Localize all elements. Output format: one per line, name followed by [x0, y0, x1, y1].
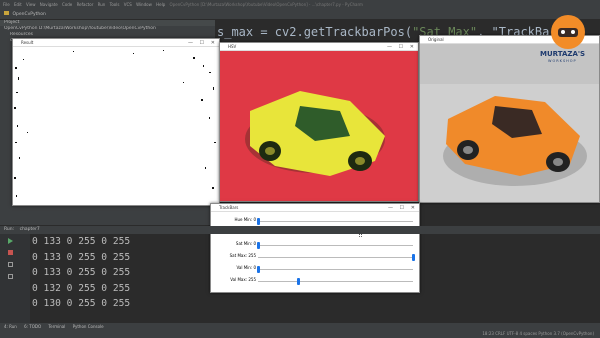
- folder-icon: [4, 11, 9, 15]
- rerun-icon[interactable]: [8, 238, 13, 244]
- result-window-titlebar[interactable]: Result — ☐ ✕: [13, 39, 219, 47]
- tab-todo[interactable]: 6: TODO: [24, 324, 41, 329]
- slider-thumb[interactable]: [256, 242, 260, 249]
- close-button[interactable]: ✕: [411, 204, 415, 212]
- trackbar-label: Sat Max: 255: [229, 253, 256, 258]
- tab-python-console[interactable]: Python Console: [73, 324, 104, 329]
- maximize-button[interactable]: ☐: [399, 43, 403, 51]
- menu-run[interactable]: Run: [98, 2, 106, 7]
- trackbar-label: Val Min: 0: [236, 265, 256, 270]
- hsv-window-titlebar[interactable]: HSV — ☐ ✕: [220, 43, 418, 51]
- result-title: Result: [21, 40, 34, 45]
- menu-refactor[interactable]: Refactor: [77, 2, 94, 7]
- logo-text: MURTAZA'S: [540, 50, 586, 58]
- trackbar-val-max[interactable]: Val Max: 255: [211, 274, 419, 286]
- print-icon[interactable]: [8, 274, 13, 279]
- result-image: [13, 47, 219, 205]
- run-label: Run:: [4, 227, 15, 232]
- menu-view[interactable]: View: [26, 2, 36, 7]
- slider-thumb[interactable]: [411, 254, 415, 261]
- maximize-button[interactable]: ☐: [400, 204, 404, 212]
- trackbar-sat-max[interactable]: Sat Max: 255: [211, 250, 419, 262]
- result-window[interactable]: Result — ☐ ✕: [12, 38, 220, 206]
- menu-navigate[interactable]: Navigate: [40, 2, 58, 7]
- hsv-window[interactable]: HSV — ☐ ✕: [219, 42, 419, 202]
- slider-thumb[interactable]: [256, 266, 260, 273]
- slider-thumb[interactable]: [296, 278, 300, 285]
- run-output[interactable]: 0 133 0 255 0 255 0 133 0 255 0 255 0 13…: [32, 234, 210, 323]
- slider-thumb[interactable]: [256, 218, 260, 225]
- minimize-button[interactable]: —: [387, 43, 392, 51]
- output-line: 0 132 0 255 0 255: [32, 282, 131, 294]
- menu-edit[interactable]: Edit: [14, 2, 22, 7]
- menu-code[interactable]: Code: [62, 2, 72, 7]
- output-line: 0 130 0 255 0 255: [32, 298, 131, 309]
- original-title: Original: [428, 37, 444, 42]
- menu-tools[interactable]: Tools: [110, 2, 120, 7]
- scroll-icon[interactable]: [8, 262, 13, 267]
- slider-track[interactable]: [256, 218, 413, 225]
- slider-track[interactable]: [258, 254, 415, 261]
- murtazas-workshop-logo: MURTAZA'S WORKSHOP: [536, 10, 600, 68]
- output-line: 0 133 0 255 0 255: [32, 267, 131, 278]
- menu-help[interactable]: Help: [156, 2, 165, 7]
- menu-window[interactable]: Window: [136, 2, 152, 7]
- maximize-button[interactable]: ☐: [200, 39, 204, 47]
- hsv-title: HSV: [228, 44, 237, 49]
- menu-file[interactable]: File: [3, 2, 10, 7]
- slider-track[interactable]: [256, 242, 413, 249]
- trackbars-window[interactable]: TrackBars — ☐ ✕ Hue Min: 0 Hue Max: 119 …: [210, 203, 420, 293]
- output-line: 0 133 0 255 0 255: [32, 236, 131, 247]
- bottom-tool-tabs: 4: Run 6: TODO Terminal Python Console: [0, 323, 600, 330]
- trackbars-title: TrackBars: [219, 205, 239, 210]
- run-config-tab[interactable]: chapter7: [20, 227, 40, 232]
- tab-run[interactable]: 4: Run: [4, 324, 17, 329]
- trackbar-label: Val Max: 255: [230, 277, 256, 282]
- status-bar: 18:23 CRLF UTF-8 4 spaces Python 3.7 (Op…: [0, 330, 600, 338]
- slider-track[interactable]: [256, 266, 413, 273]
- run-panel-header: Run: chapter7: [0, 226, 600, 234]
- minimize-button[interactable]: —: [188, 39, 193, 47]
- ide-title-bar: File Edit View Navigate Code Refactor Ru…: [0, 0, 600, 9]
- run-toolbar: [0, 234, 30, 323]
- tab-terminal[interactable]: Terminal: [48, 324, 65, 329]
- minimize-button[interactable]: —: [388, 204, 393, 212]
- menu-vcs[interactable]: VCS: [124, 2, 132, 7]
- trackbar-label: Sat Min: 0: [235, 241, 256, 246]
- code-prefix: s_max = cv2.getTrackbarPos(: [217, 25, 413, 39]
- project-name[interactable]: OpenCvPython: [12, 12, 45, 17]
- trackbar-sat-min[interactable]: Sat Min: 0: [211, 238, 419, 250]
- trackbars-window-titlebar[interactable]: TrackBars — ☐ ✕: [211, 204, 419, 212]
- slider-track[interactable]: [258, 278, 413, 285]
- trackbar-label: Hue Min: 0: [234, 217, 256, 222]
- close-button[interactable]: ✕: [211, 39, 215, 47]
- output-line: 0 133 0 255 0 255: [32, 251, 131, 263]
- ide-toolbar: OpenCvPython: [0, 9, 600, 20]
- trackbar-hue-min[interactable]: Hue Min: 0: [211, 214, 419, 226]
- title-path: OpenCvPython [D:\Murtaza\Workshop\Youtub…: [169, 2, 363, 7]
- logo-subtext: WORKSHOP: [548, 59, 577, 63]
- stop-icon[interactable]: [8, 250, 13, 255]
- trackbar-val-min[interactable]: Val Min: 0: [211, 262, 419, 274]
- close-button[interactable]: ✕: [410, 43, 414, 51]
- hsv-image: [220, 51, 418, 201]
